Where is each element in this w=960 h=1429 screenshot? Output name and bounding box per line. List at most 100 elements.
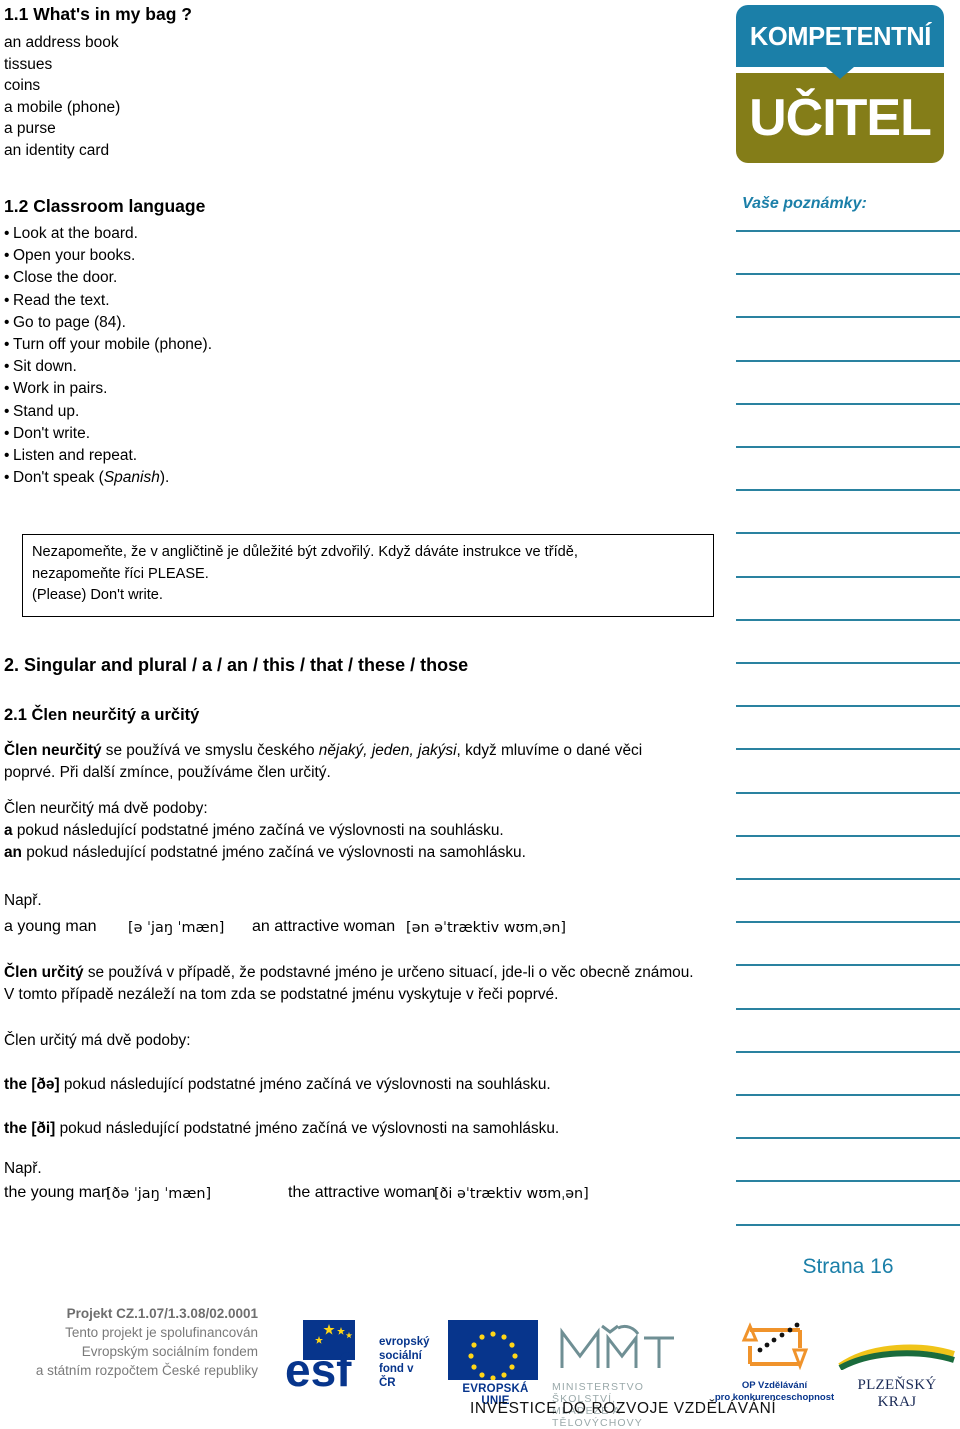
note-line[interactable]: [736, 1050, 960, 1053]
note-line[interactable]: [736, 359, 960, 362]
footer-line-2: Tento projekt je spolufinancován: [65, 1325, 258, 1340]
eu-logo: EVROPSKÁ UNIE: [448, 1320, 543, 1407]
list-item: Close the door.: [4, 267, 212, 289]
def-example-left-ipa: [ðə ˈjaŋ ˈmæn]: [106, 1186, 212, 1202]
indef-example-label: Např.: [4, 892, 42, 909]
note-line[interactable]: [736, 1094, 960, 1096]
footer: Projekt CZ.1.07/1.3.08/02.0001 Tento pro…: [0, 1296, 960, 1429]
def-example-left: the young man: [4, 1184, 110, 1201]
note-line[interactable]: [736, 878, 960, 880]
list-item-label: Close the door.: [13, 269, 118, 287]
note-line[interactable]: [736, 618, 960, 621]
list-item: an address book: [4, 34, 119, 51]
note-line[interactable]: [736, 230, 960, 232]
list-item: Listen and repeat.: [4, 445, 212, 467]
indef-form-a-marker: a: [4, 822, 13, 839]
note-line[interactable]: [736, 575, 960, 578]
note-line[interactable]: [736, 402, 960, 405]
note-line[interactable]: [736, 662, 960, 664]
list-item: Open your books.: [4, 245, 212, 267]
section-2-1-title: 2.1 Člen neurčitý a určitý: [4, 706, 200, 724]
note-line[interactable]: [736, 748, 960, 751]
list-item: Stand up.: [4, 401, 212, 423]
tip-box: Nezapomeňte, že v angličtině je důležité…: [22, 534, 714, 617]
note-line[interactable]: [736, 316, 960, 319]
note-line[interactable]: [736, 791, 960, 794]
footer-line-3: Evropským sociálním fondem: [81, 1344, 258, 1359]
def-lead-bold: Člen určitý: [4, 964, 84, 981]
def-form-the-consonant-marker: the [ðə]: [4, 1076, 60, 1093]
indef-form-an: an pokud následující podstatné jméno zač…: [0, 842, 526, 864]
plzensky-kraj-logo: PLZEŇSKÝ KRAJ: [838, 1342, 956, 1411]
note-line[interactable]: [736, 1007, 960, 1010]
def-example-right-ipa: [ði əˈtræktiv wʊmˌən]: [434, 1186, 589, 1202]
def-form-the-vowel-text: pokud následující podstatné jméno začíná…: [55, 1120, 560, 1137]
page-number: Strana 16: [802, 1255, 894, 1278]
note-line[interactable]: [736, 532, 960, 535]
def-example-right: the attractive woman: [288, 1184, 436, 1201]
list-item-label: Read the text.: [13, 291, 110, 309]
op-vzdelavani-logo: OP Vzdělávání pro konkurenceschopnost: [712, 1320, 837, 1403]
list-item: an identity card: [4, 141, 110, 159]
section-1-2-title: 1.2 Classroom language: [4, 196, 206, 216]
note-line[interactable]: [736, 446, 960, 448]
note-line[interactable]: [736, 1223, 960, 1226]
def-lead-rest: se používá v případě, že podstavné jméno…: [4, 964, 694, 1003]
indef-example-right-ipa: [ən əˈtræktiv wʊmˌən]: [406, 920, 566, 936]
indef-lead-italic: nějaký, jeden, jakýsi: [318, 742, 457, 759]
list-item-label: Turn off your mobile (phone).: [13, 336, 213, 354]
note-line[interactable]: [736, 1137, 960, 1140]
section-1-1-title: 1.1 What's in my bag ?: [4, 4, 192, 24]
note-line[interactable]: [736, 1180, 960, 1183]
list-item-label-plain: Don't speak (: [13, 469, 104, 487]
tip-line-2: nezapomeňte říci PLEASE.: [32, 565, 209, 582]
list-item-label-italic: Spanish: [103, 469, 160, 487]
indef-form-a: a pokud následující podstatné jméno začí…: [0, 820, 504, 842]
note-line[interactable]: [736, 921, 960, 924]
list-item: Work in pairs.: [4, 378, 212, 400]
list-item-label: Go to page (84).: [13, 313, 126, 331]
indefinite-article-intro: Člen neurčitý se používá ve smyslu české…: [0, 740, 694, 784]
note-line[interactable]: [736, 834, 960, 837]
note-line[interactable]: [736, 705, 960, 708]
note-line[interactable]: [736, 273, 960, 276]
list-item: a purse: [4, 120, 56, 137]
logo-bottom-band: UČITEL: [736, 73, 944, 163]
note-line[interactable]: [736, 489, 960, 492]
def-form-the-consonant-text: pokud následující podstatné jméno začíná…: [59, 1076, 551, 1093]
list-item-label: Don't write.: [13, 424, 91, 442]
definite-article-intro: Člen určitý se používá v případě, že pod…: [0, 962, 694, 1006]
logo-notch-icon: [826, 67, 854, 79]
esf-caption-line-2: sociální: [379, 1349, 422, 1362]
footer-project-text: Projekt CZ.1.07/1.3.08/02.0001 Tento pro…: [8, 1304, 258, 1380]
indef-example-right: an attractive woman: [252, 918, 396, 935]
eu-flag-svg-icon: [448, 1320, 538, 1381]
indef-forms-intro: Člen neurčitý má dvě podoby:: [4, 800, 208, 817]
eu-flag-icon: [448, 1320, 538, 1381]
document-page: 1.1 What's in my bag ? an address book t…: [0, 0, 960, 1429]
kraj-caption: PLZEŇSKÝ KRAJ: [857, 1377, 937, 1410]
def-forms-intro: Člen určitý má dvě podoby:: [4, 1032, 191, 1049]
indef-example-left-ipa: [ə ˈjaŋ ˈmæn]: [128, 920, 225, 936]
list-item-label: Sit down.: [13, 358, 77, 376]
indef-example-left: a young man: [4, 918, 97, 935]
logo-top-band: KOMPETENTNÍ: [736, 5, 944, 67]
note-line[interactable]: [736, 964, 960, 967]
esf-svg-icon: esf: [285, 1320, 355, 1396]
list-item-label: Listen and repeat.: [13, 447, 138, 465]
op-mark-icon: [741, 1322, 809, 1371]
notes-title: Vaše poznámky:: [742, 195, 867, 212]
bag-items-list: an address book tissues coins a mobile (…: [0, 32, 120, 161]
indef-lead-rest-1: se používá ve smyslu českého: [101, 742, 319, 759]
section-2-title: 2. Singular and plural / a / an / this /…: [4, 655, 469, 675]
esf-mark-icon: esf: [285, 1320, 375, 1396]
list-item-label: Look at the board.: [13, 225, 138, 242]
list-item: tissues: [4, 55, 53, 73]
indef-form-an-marker: an: [4, 844, 22, 861]
list-item: a mobile (phone): [4, 98, 121, 116]
kraj-mark-icon: [838, 1344, 955, 1371]
tip-line-3: (Please) Don't write.: [32, 587, 163, 603]
tip-line-1: Nezapomeňte, že v angličtině je důležité…: [32, 544, 578, 560]
indef-form-an-text: pokud následující podstatné jméno začíná…: [21, 844, 526, 861]
indef-form-a-text: pokud následující podstatné jméno začíná…: [12, 822, 504, 839]
